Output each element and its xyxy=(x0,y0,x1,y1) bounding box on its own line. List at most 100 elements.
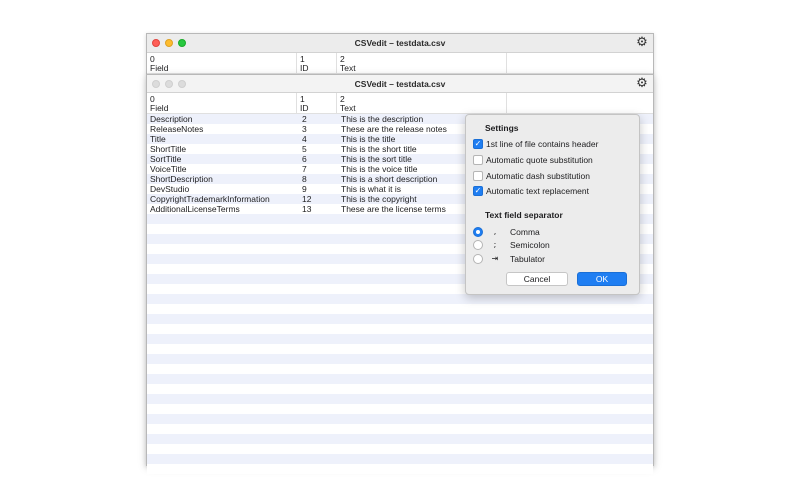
empty-row xyxy=(147,314,653,324)
cell-field[interactable]: ReleaseNotes xyxy=(150,124,203,134)
minimize-button[interactable] xyxy=(165,80,173,88)
checkbox-quote-substitution[interactable]: Automatic quote substitution xyxy=(473,154,593,165)
radio-label: Tabulator xyxy=(510,253,545,264)
column-name: Text xyxy=(340,63,356,73)
column-divider[interactable] xyxy=(296,53,297,74)
settings-title: Settings xyxy=(485,123,519,133)
gear-icon[interactable]: ⚙ xyxy=(635,36,649,50)
empty-row xyxy=(147,384,653,394)
back-window-titlebar[interactable]: CSVedit – testdata.csv ⚙ xyxy=(147,34,653,53)
empty-row xyxy=(147,294,653,304)
column-divider[interactable] xyxy=(506,53,507,74)
minimize-button[interactable] xyxy=(165,39,173,47)
gear-icon[interactable]: ⚙ xyxy=(635,77,649,91)
cell-field[interactable]: CopyrightTrademarkInformation xyxy=(150,194,270,204)
column-name: Field xyxy=(150,63,169,73)
column-name: ID xyxy=(300,103,309,113)
cell-text[interactable]: These are the license terms xyxy=(341,204,446,214)
checkbox-dash-substitution[interactable]: Automatic dash substitution xyxy=(473,170,590,181)
empty-row xyxy=(147,394,653,404)
column-header-text[interactable]: 2 Text xyxy=(340,95,356,113)
empty-row xyxy=(147,454,653,464)
column-divider[interactable] xyxy=(296,93,297,114)
column-header-text[interactable]: 2 Text xyxy=(340,55,356,73)
window-title: CSVedit – testdata.csv xyxy=(354,38,446,48)
empty-row xyxy=(147,374,653,384)
radio-button[interactable] xyxy=(473,253,483,264)
radio-tabulator[interactable]: ⇥ Tabulator xyxy=(473,253,545,264)
cell-id[interactable]: 6 xyxy=(302,154,307,164)
empty-row xyxy=(147,304,653,314)
cell-id[interactable]: 13 xyxy=(302,204,311,214)
cell-text[interactable]: This is the voice title xyxy=(341,164,418,174)
cell-text[interactable]: These are the release notes xyxy=(341,124,447,134)
window-controls xyxy=(152,39,186,47)
cell-text[interactable]: This is what it is xyxy=(341,184,401,194)
column-divider[interactable] xyxy=(336,93,337,114)
empty-row xyxy=(147,324,653,334)
cell-field[interactable]: Title xyxy=(150,134,166,144)
cell-id[interactable]: 2 xyxy=(302,114,307,124)
empty-row xyxy=(147,354,653,364)
cell-id[interactable]: 3 xyxy=(302,124,307,134)
checkbox-label: 1st line of file contains header xyxy=(486,138,599,149)
cell-field[interactable]: Description xyxy=(150,114,193,124)
column-name: ID xyxy=(300,63,309,73)
empty-row xyxy=(147,414,653,424)
empty-row xyxy=(147,444,653,454)
cell-text[interactable]: This is the short title xyxy=(341,144,417,154)
empty-row xyxy=(147,334,653,344)
cell-text[interactable]: This is the sort title xyxy=(341,154,412,164)
cell-text[interactable]: This is the title xyxy=(341,134,395,144)
radio-comma[interactable]: , Comma xyxy=(473,226,540,237)
radio-button[interactable] xyxy=(473,226,483,237)
window-controls xyxy=(152,80,186,88)
cell-id[interactable]: 8 xyxy=(302,174,307,184)
zoom-button[interactable] xyxy=(178,80,186,88)
cell-id[interactable]: 12 xyxy=(302,194,311,204)
cell-text[interactable]: This is the copyright xyxy=(341,194,417,204)
checkbox[interactable] xyxy=(473,170,483,181)
cell-text[interactable]: This is the description xyxy=(341,114,423,124)
cell-id[interactable]: 9 xyxy=(302,184,307,194)
checkbox-header-line[interactable]: ✓ 1st line of file contains header xyxy=(473,138,598,149)
cancel-button[interactable]: Cancel xyxy=(506,272,568,286)
checkbox[interactable]: ✓ xyxy=(473,185,483,196)
settings-popover: Settings ✓ 1st line of file contains hea… xyxy=(465,114,640,295)
checkbox[interactable]: ✓ xyxy=(473,138,483,149)
cell-field[interactable]: SortTitle xyxy=(150,154,181,164)
separator-section-title: Text field separator xyxy=(485,210,563,220)
column-divider[interactable] xyxy=(336,53,337,74)
front-window-titlebar[interactable]: CSVedit – testdata.csv ⚙ xyxy=(147,75,653,93)
cell-field[interactable]: ShortTitle xyxy=(150,144,186,154)
table-header: 0 Field 1 ID 2 Text xyxy=(147,93,653,114)
cell-id[interactable]: 7 xyxy=(302,164,307,174)
cell-field[interactable]: DevStudio xyxy=(150,184,189,194)
cell-field[interactable]: ShortDescription xyxy=(150,174,213,184)
zoom-button[interactable] xyxy=(178,39,186,47)
column-header-id[interactable]: 1 ID xyxy=(300,95,309,113)
cell-id[interactable]: 4 xyxy=(302,134,307,144)
cell-text[interactable]: This is a short description xyxy=(341,174,437,184)
radio-label: Semicolon xyxy=(510,239,550,250)
checkbox[interactable] xyxy=(473,154,483,165)
window-title: CSVedit – testdata.csv xyxy=(354,78,446,89)
cell-field[interactable]: VoiceTitle xyxy=(150,164,187,174)
column-divider[interactable] xyxy=(506,93,507,114)
checkbox-text-replacement[interactable]: ✓ Automatic text replacement xyxy=(473,185,589,196)
column-header-field[interactable]: 0 Field xyxy=(150,55,168,73)
close-button[interactable] xyxy=(152,80,160,88)
radio-semicolon[interactable]: ; Semicolon xyxy=(473,239,550,250)
cell-field[interactable]: AdditionalLicenseTerms xyxy=(150,204,240,214)
close-button[interactable] xyxy=(152,39,160,47)
cell-id[interactable]: 5 xyxy=(302,144,307,154)
radio-label: Comma xyxy=(510,226,540,237)
radio-button[interactable] xyxy=(473,239,483,250)
ok-button[interactable]: OK xyxy=(577,272,627,286)
checkbox-label: Automatic dash substitution xyxy=(486,170,590,181)
column-header-field[interactable]: 0 Field xyxy=(150,95,168,113)
empty-row xyxy=(147,364,653,374)
empty-row xyxy=(147,424,653,434)
column-header-id[interactable]: 1 ID xyxy=(300,55,309,73)
comma-symbol: , xyxy=(493,227,497,236)
